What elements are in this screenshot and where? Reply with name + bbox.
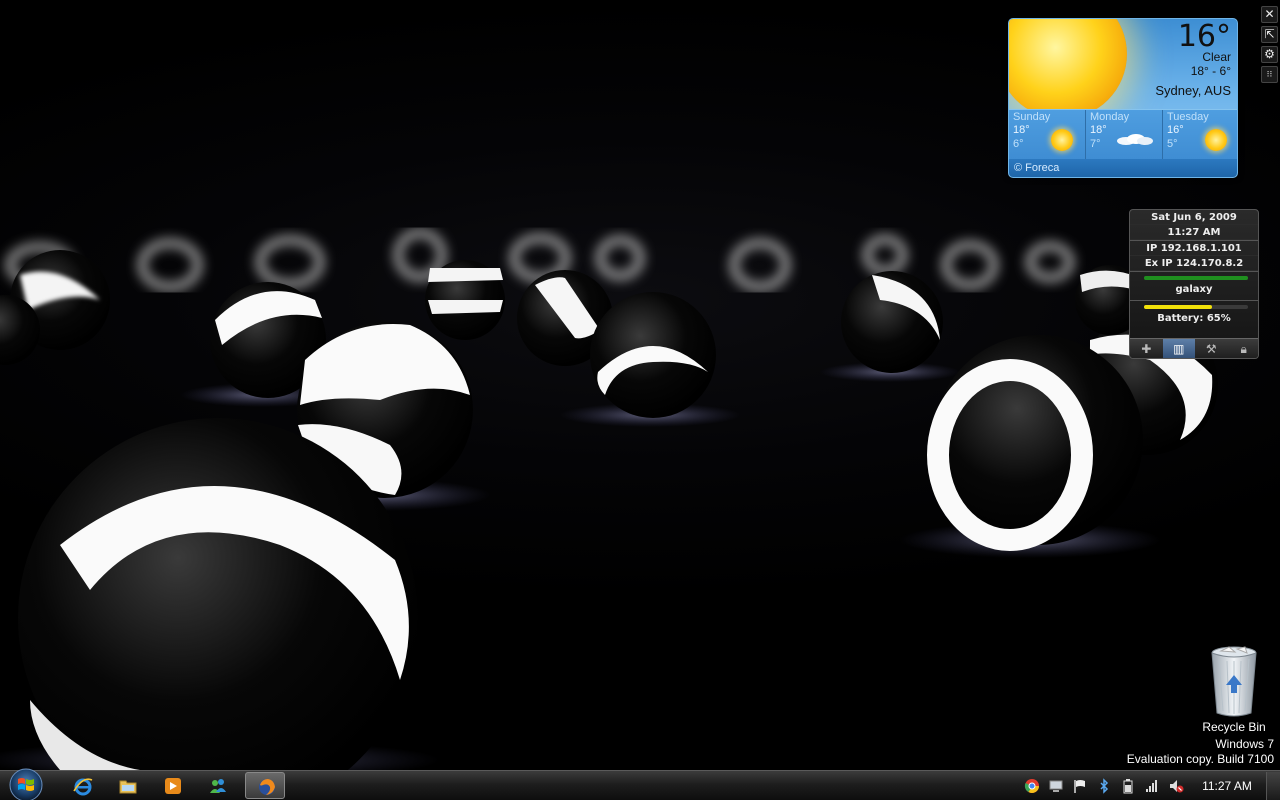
recycle-bin-label: Recycle Bin <box>1202 720 1266 734</box>
action-center-flag-icon[interactable] <box>1072 778 1088 794</box>
bluetooth-icon[interactable] <box>1096 778 1112 794</box>
divider <box>1130 300 1258 301</box>
forecast-day: Sunday 18° 6° <box>1009 110 1086 159</box>
watermark-os: Windows 7 <box>1215 737 1274 751</box>
drag-icon[interactable]: ⁝⁝ <box>1261 66 1278 83</box>
add-icon[interactable]: ✚ <box>1130 339 1163 358</box>
internet-explorer-icon <box>73 778 93 796</box>
messenger-icon <box>210 779 226 793</box>
taskbar-clock[interactable]: 11:27 AM <box>1196 779 1258 793</box>
start-button[interactable] <box>4 767 48 800</box>
battery-fill <box>1144 305 1212 309</box>
evaluation-watermark: Windows 7 Evaluation copy. Build 7100 <box>1127 737 1274 767</box>
sysmon-network-name: galaxy <box>1175 284 1213 295</box>
taskbar: 11:27 AM <box>0 767 1280 800</box>
current-temperature: 16° <box>1177 19 1231 54</box>
battery-tray-icon[interactable] <box>1120 778 1136 794</box>
sysmon-toolbar: ✚ ▥ ⚒ 🔒︎ <box>1130 338 1259 358</box>
taskbar-internet-explorer[interactable] <box>62 772 102 799</box>
windows-explorer-icon <box>119 780 137 794</box>
weather-location: Sydney, AUS <box>1155 83 1231 98</box>
system-monitor-gadget[interactable]: Sat Jun 6, 2009 11:27 AM IP 192.168.1.10… <box>1129 209 1259 359</box>
size-icon[interactable]: ⇱ <box>1261 26 1278 43</box>
taskbar-messenger[interactable] <box>197 772 237 799</box>
network-signal-bar <box>1144 276 1248 280</box>
cloud-icon <box>1117 134 1153 145</box>
network-signal-fill <box>1144 276 1248 280</box>
network-tray-icon[interactable] <box>1048 778 1064 794</box>
media-player-icon <box>165 778 181 794</box>
divider <box>1130 271 1258 272</box>
watermark-build: Evaluation copy. Build 7100 <box>1126 752 1274 766</box>
weather-gadget[interactable]: 16° Clear 18° - 6° Sydney, AUS Sunday 18… <box>1008 18 1238 178</box>
gadget-toolbar: ✕ ⇱ ⚙ ⁝⁝ <box>1261 6 1279 86</box>
memory-icon[interactable]: ▥ <box>1162 339 1195 358</box>
forecast-day: Monday 18° 7° <box>1086 110 1163 159</box>
show-desktop-button[interactable] <box>1266 772 1280 800</box>
options-icon[interactable]: ⚙ <box>1261 46 1278 63</box>
taskbar-windows-explorer[interactable] <box>107 772 147 799</box>
taskbar-firefox[interactable] <box>245 772 285 799</box>
sysmon-date: Sat Jun 6, 2009 <box>1130 210 1258 225</box>
lock-icon[interactable]: 🔒︎ <box>1228 339 1259 358</box>
forecast-day: Tuesday 16° 5° <box>1163 110 1237 159</box>
chrome-icon[interactable] <box>1024 778 1040 794</box>
recycle-bin-icon <box>1211 646 1257 717</box>
sysmon-external-ip: Ex IP 124.170.8.2 <box>1130 256 1258 271</box>
recycle-bin[interactable]: Recycle Bin <box>1196 645 1272 734</box>
sun-icon <box>1205 129 1227 151</box>
taskbar-media-player[interactable] <box>152 772 192 799</box>
close-icon[interactable]: ✕ <box>1261 6 1278 23</box>
current-condition: Clear <box>1202 50 1231 64</box>
forecast-day-name: Sunday <box>1013 111 1051 123</box>
weather-provider-link[interactable]: © Foreca <box>1009 159 1237 177</box>
sysmon-ip: IP 192.168.1.101 <box>1130 241 1258 256</box>
forecast-day-name: Monday <box>1090 111 1130 123</box>
sysmon-time: 11:27 AM <box>1130 225 1258 240</box>
settings-wrench-icon[interactable]: ⚒ <box>1195 339 1228 358</box>
temperature-range: 18° - 6° <box>1190 64 1231 78</box>
sun-icon <box>1009 19 1127 119</box>
signal-icon[interactable] <box>1144 778 1160 794</box>
forecast-day-name: Tuesday <box>1167 111 1209 123</box>
volume-muted-icon[interactable] <box>1168 778 1184 794</box>
firefox-icon <box>259 779 275 795</box>
battery-bar <box>1144 305 1248 309</box>
sun-icon <box>1051 129 1073 151</box>
sysmon-battery: Battery: 65% <box>1157 313 1231 324</box>
forecast-strip: Sunday 18° 6° Monday 18° 7° Tuesday 16° … <box>1009 109 1237 159</box>
